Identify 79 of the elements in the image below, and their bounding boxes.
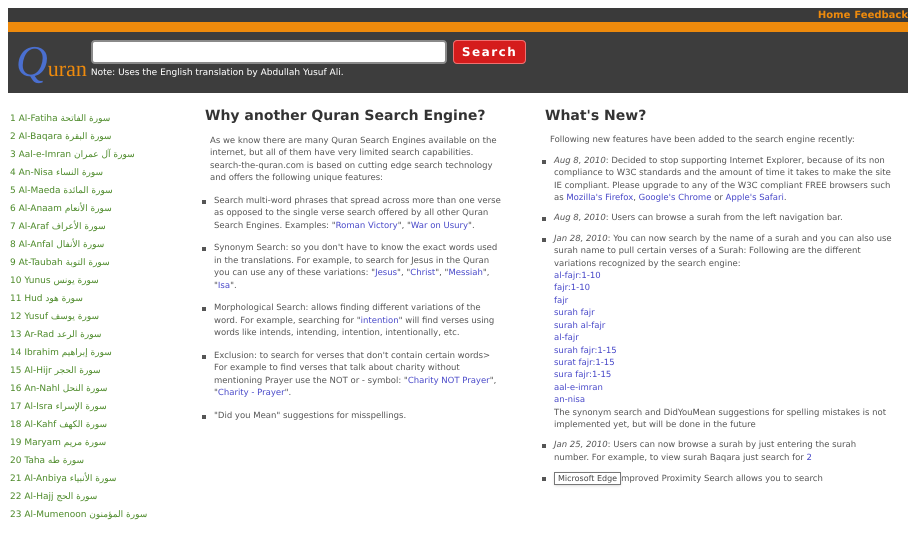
surah-link[interactable]: 11 Hud سورة هود <box>10 290 182 308</box>
link[interactable]: Google's Chrome <box>638 193 712 204</box>
surah-link[interactable]: 15 Al-Hijr سورة الحجر <box>10 362 182 380</box>
link[interactable]: an-nisa <box>554 394 586 407</box>
bullet-icon <box>542 477 546 482</box>
paragraph: Aug 8, 2010: Users can browse a surah from the left navigation bar. <box>554 212 843 225</box>
link[interactable]: Messiah <box>448 268 483 278</box>
bullet-icon <box>202 354 206 358</box>
bullet-icon <box>202 200 206 204</box>
paragraph: Morphological Search: allows finding different variations of the word. For example, searching for "intention" will find verses using words like intends, intending, intention, intentionally, etc. <box>214 302 496 340</box>
link[interactable]: Christ <box>410 268 436 278</box>
search-field[interactable] <box>90 40 447 64</box>
link[interactable]: Jesus <box>375 268 398 278</box>
surah-link[interactable]: 5 Al-Maeda سورة المائدة <box>10 182 182 200</box>
link[interactable]: Charity - Prayer <box>218 388 285 398</box>
paragraph: Aug 8, 2010: Decided to stop supporting Internet Explorer, because of its non compliance to W3C standards and the amount of time it takes to make the site IE compliant. Please upgrade to any of the W3C compliant FREE browsers such as Mozilla's Firefox, Google's Chrome or Apple's Safari. <box>554 154 892 204</box>
surah-link[interactable]: 1 Al-Fatiha سورة الفاتحة <box>10 110 182 128</box>
paragraph: Exclusion: to search for verses that don't contain certain words> For example to find verses that talk about charity without mentioning Prayer use the NOT or - symbol: "Charity NOT Prayer", "Charity - Prayer". <box>214 350 498 400</box>
paragraph: Microsoft Edge mproved Proximity Search allows you to search <box>554 472 823 486</box>
link[interactable]: surat fajr:1-15 <box>554 356 615 370</box>
surah-link[interactable]: 2 Al-Baqara سورة البقرة <box>10 128 182 146</box>
surah-link[interactable]: 21 Al-Anbiya سورة الأنبياء <box>10 470 182 488</box>
surah-link[interactable]: 3 Aal-e-Imran سورة آل عمران <box>10 146 182 164</box>
link[interactable]: surah fajr:1-15 <box>554 344 617 357</box>
link[interactable]: Roman Victory <box>336 220 398 230</box>
bullet-icon <box>542 217 546 222</box>
bullet-icon <box>202 247 206 251</box>
surah-link[interactable]: 18 Al-Kahf سورة الكهف <box>10 416 182 434</box>
bullet-icon <box>202 307 206 311</box>
paragraph: "Did you Mean" suggestions for misspellings. <box>214 410 406 422</box>
site-logo[interactable]: Quran <box>16 42 87 89</box>
paragraph: Search multi-word phrases that spread across more than one verse as opposed to the single verse search offered by all other Quran Search Engines. Examples: "Roman Victory", "War on Usury". <box>214 194 502 232</box>
link[interactable]: surah al-fajr <box>554 320 606 332</box>
section-heading: Why another Quran Search Engine? <box>204 110 486 122</box>
surah-link[interactable]: 12 Yusuf سورة يوسف <box>10 308 182 326</box>
bullet-icon <box>542 238 546 242</box>
surah-link[interactable]: 10 Yunus سورة يونس <box>10 272 182 290</box>
bullet-icon <box>542 444 546 448</box>
link[interactable]: al-fajr <box>554 332 579 344</box>
intro-paragraph: Following new features have been added to the search engine recently: <box>549 134 856 147</box>
paragraph: Jan 28, 2010: You can now search by the name of a surah and you can also use surah name to pull certain verses of a Surah: Following are the different variations recognized by the search engine: <box>554 232 892 270</box>
link[interactable]: aal-e-imran <box>554 382 603 394</box>
link[interactable]: sura fajr:1-15 <box>554 369 612 382</box>
paragraph: The synonym search and DidYouMean suggestions for spelling mistakes is not implemented yet, but will be done in the future <box>554 406 888 432</box>
translation-note: Note: Uses the English translation by Abdullah Yusuf Ali. <box>90 67 345 80</box>
surah-link[interactable]: 8 Al-Anfal سورة الأنفال <box>10 236 182 254</box>
search-button[interactable]: Search <box>452 40 526 64</box>
link[interactable]: surah fajr <box>554 307 595 320</box>
nav-link[interactable]: Home <box>818 8 850 22</box>
bullet-icon <box>542 160 546 164</box>
surah-link[interactable]: 7 Al-Araf سورة الأعراف <box>10 218 182 236</box>
link[interactable]: Apple's Safari <box>726 193 784 204</box>
paragraph: Synonym Search: so you don't have to know the exact words used in the translations. For example, to search for Jesus in the Quran you can use any of these variations: "Jesus", "Christ", "Messiah", "Isa". <box>214 242 498 292</box>
link[interactable]: fajr:1-10 <box>554 282 590 295</box>
link[interactable]: al-fajr:1-10 <box>554 270 601 282</box>
link[interactable]: intention <box>360 316 399 326</box>
paragraph: Jan 25, 2010: Users can now browse a surah by just entering the surah number. For example, to view surah Baqara just search for 2 <box>554 439 858 464</box>
link[interactable]: Isa <box>218 280 230 290</box>
surah-link[interactable]: 14 Ibrahim سورة إبراهيم <box>10 344 182 362</box>
tooltip: Microsoft Edge <box>554 472 622 486</box>
surah-link[interactable]: 22 Al-Hajj سورة الحج <box>10 488 182 506</box>
link[interactable]: War on Usury <box>410 220 468 230</box>
surah-link[interactable]: 13 Ar-Rad سورة الرعد <box>10 326 182 344</box>
link[interactable]: 2 <box>806 452 812 463</box>
surah-link[interactable]: 6 Al-Anaam سورة الأنعام <box>10 200 182 218</box>
surah-link[interactable]: 23 Al-Mumenoon سورة المؤمنون <box>10 506 182 524</box>
surah-link[interactable]: 19 Maryam سورة مريم <box>10 434 182 452</box>
surah-link[interactable]: 16 An-Nahl سورة النحل <box>10 380 182 398</box>
nav-link[interactable]: Feedback <box>854 8 908 22</box>
section-heading: What's New? <box>544 110 648 122</box>
surah-link[interactable]: 4 An-Nisa سورة النساء <box>10 164 182 182</box>
bullet-icon <box>202 414 206 418</box>
link[interactable]: Mozilla's Firefox <box>566 193 634 204</box>
surah-link[interactable]: 20 Taha سورة طه <box>10 452 182 470</box>
link[interactable]: fajr <box>554 294 568 308</box>
surah-link[interactable]: 9 At-Taubah سورة التوبة <box>10 254 182 272</box>
intro-paragraph: As we know there are many Quran Search Engines available on the internet, but all of them have very limited search capabilities. search-the-quran.com is based on cutting edge search technology and offers the following unique features: <box>209 134 498 184</box>
surah-link[interactable]: 17 Al-Isra سورة الإسراء <box>10 398 182 416</box>
link[interactable]: Charity NOT Prayer <box>408 376 490 386</box>
